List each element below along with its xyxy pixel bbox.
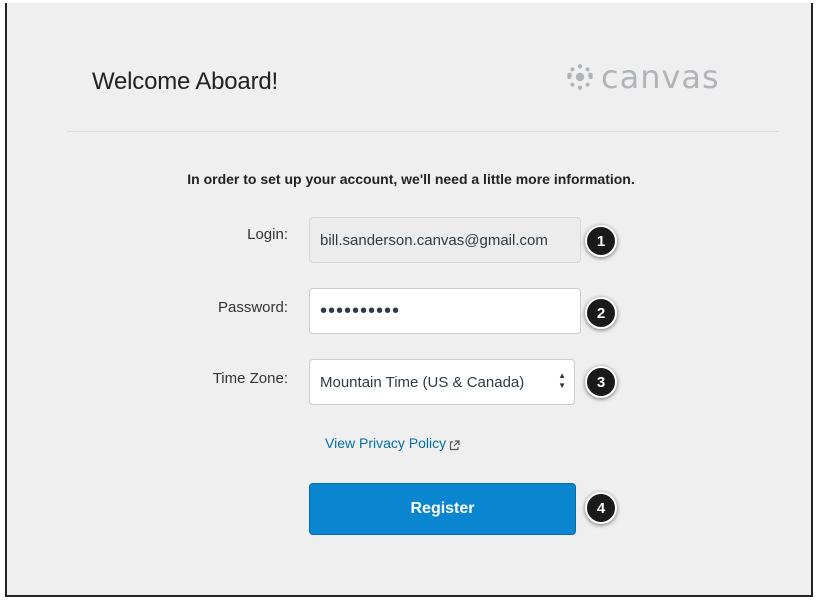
register-button[interactable]: Register xyxy=(309,483,576,535)
timezone-label: Time Zone: xyxy=(212,370,288,387)
logo-wordmark: canvas xyxy=(601,58,720,96)
password-field[interactable]: •••••••••• xyxy=(309,288,581,334)
login-field[interactable]: bill.sanderson.canvas@gmail.com xyxy=(309,217,581,263)
external-link-icon xyxy=(449,438,460,450)
canvas-logo-icon xyxy=(565,62,595,92)
timezone-value: Mountain Time (US & Canada) xyxy=(320,373,525,391)
timezone-select[interactable]: Mountain Time (US & Canada) ▲ ▼ xyxy=(309,359,575,405)
password-label: Password: xyxy=(217,299,288,316)
callout-badge-4: 4 xyxy=(585,492,617,524)
select-arrows-icon: ▲ ▼ xyxy=(558,371,566,390)
canvas-logo: canvas xyxy=(565,58,720,96)
callout-badge-1: 1 xyxy=(585,225,617,257)
privacy-policy-label: View Privacy Policy xyxy=(325,435,447,451)
intro-text: In order to set up your account, we'll n… xyxy=(187,171,635,187)
password-value: •••••••••• xyxy=(320,300,401,322)
callout-badge-3: 3 xyxy=(585,366,617,398)
login-value: bill.sanderson.canvas@gmail.com xyxy=(320,231,548,249)
login-label: Login: xyxy=(247,226,288,243)
welcome-panel: Welcome Aboard! canvas In order to set u… xyxy=(5,3,813,597)
privacy-policy-link[interactable]: View Privacy Policy xyxy=(325,435,460,451)
callout-badge-2: 2 xyxy=(585,297,617,329)
page-title: Welcome Aboard! xyxy=(92,68,278,95)
header-divider xyxy=(67,131,779,132)
